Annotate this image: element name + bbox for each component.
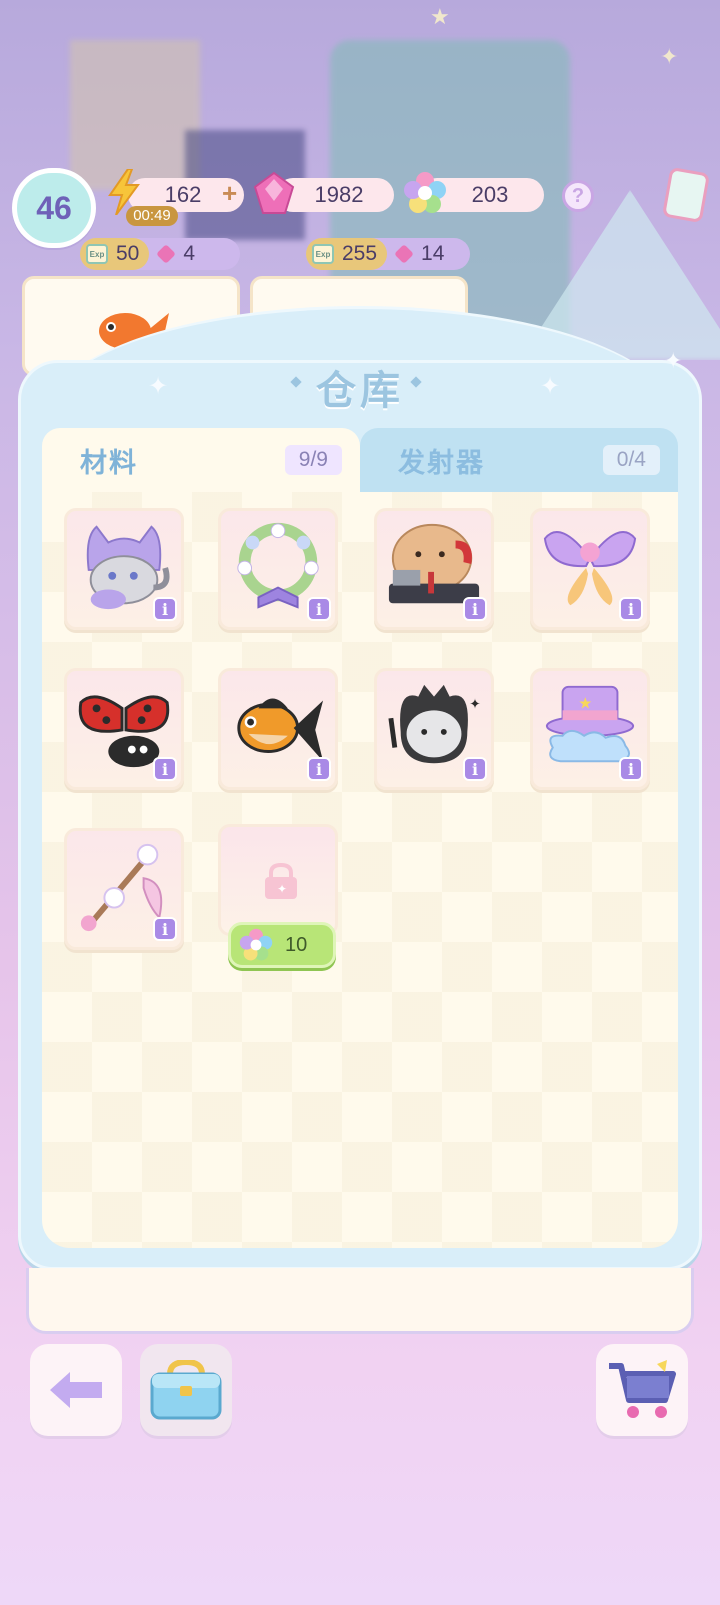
help-button[interactable]: ? — [562, 180, 594, 212]
exp-icon: Exp — [86, 244, 108, 264]
item-info-button[interactable]: i — [619, 597, 643, 621]
back-arrow-icon — [50, 1372, 102, 1408]
rainbow-star-value: 203 — [471, 182, 509, 207]
card-collection-icon[interactable] — [661, 166, 711, 224]
item-slot-office-bear-phone[interactable]: i — [374, 508, 494, 630]
item-slot-shadow-cat-spirit[interactable]: ✦ i — [374, 668, 494, 790]
board-bottom-edge — [26, 1268, 694, 1334]
svg-text:✦: ✦ — [277, 882, 287, 896]
storage-box-icon — [150, 1360, 222, 1420]
item-info-button[interactable]: i — [307, 757, 331, 781]
pink-gem-small-icon — [394, 244, 414, 264]
item-info-button[interactable]: i — [463, 757, 487, 781]
pink-gem-small-icon — [156, 244, 177, 264]
warehouse-tabs: 材料 9/9 发射器 0/4 — [42, 428, 678, 492]
item-slot-calico-goldfish[interactable]: i — [218, 668, 338, 790]
locked-slot[interactable]: ✦ — [218, 824, 338, 936]
shopping-cart-icon — [609, 1360, 676, 1418]
star-icon: ✦ — [660, 44, 679, 69]
warehouse-title: 仓库 — [316, 369, 404, 413]
lock-icon: ✦ — [265, 863, 297, 899]
unlock-slot-button[interactable]: 10 — [228, 922, 336, 968]
energy-value: 162 — [164, 182, 202, 207]
materials-count: 9/9 — [284, 445, 342, 475]
add-energy-button[interactable]: + — [222, 178, 237, 209]
rainbow-flower-icon — [239, 928, 273, 961]
item-slot-purple-hood-kitten[interactable]: i — [64, 508, 184, 630]
item-slot-flower-wand[interactable]: i — [64, 828, 184, 950]
rainbow-flower-icon — [402, 170, 448, 216]
item-info-button[interactable]: i — [307, 597, 331, 621]
gem-value: 1982 — [314, 182, 364, 207]
tab-materials[interactable]: 材料 9/9 — [42, 428, 360, 492]
back-button[interactable] — [30, 1344, 122, 1436]
warehouse-button[interactable] — [140, 1344, 232, 1436]
energy-timer: 00:49 — [126, 206, 178, 226]
svg-text:✦: ✦ — [469, 696, 481, 711]
item-info-button[interactable]: i — [463, 597, 487, 621]
item-slot-flower-wreath[interactable]: i — [218, 508, 338, 630]
star-icon: ★ — [430, 4, 450, 29]
item-slot-ladybug[interactable]: i — [64, 668, 184, 790]
item-info-button[interactable]: i — [153, 757, 177, 781]
launchers-count: 0/4 — [602, 445, 660, 475]
item-info-button[interactable]: i — [153, 917, 177, 941]
item-info-button[interactable]: i — [619, 757, 643, 781]
right-board-stats: Exp 255 14 — [306, 238, 470, 270]
item-info-button[interactable]: i — [153, 597, 177, 621]
exp-icon: Exp — [312, 244, 334, 264]
shop-cart-button[interactable] — [596, 1344, 688, 1436]
sparkle-icon: ✦ — [540, 373, 561, 400]
unlock-cost: 10 — [285, 933, 308, 956]
left-board-stats: Exp 50 4 — [80, 238, 240, 270]
svg-text:★: ★ — [578, 695, 592, 712]
sparkle-icon: ✦ — [148, 373, 169, 400]
item-slot-magician-hat-cloud[interactable]: ★ i — [530, 668, 650, 790]
pink-gem-icon — [252, 170, 296, 216]
tab-launchers[interactable]: 发射器 0/4 — [360, 428, 678, 492]
item-slot-butterfly-fairy[interactable]: i — [530, 508, 650, 630]
player-level-badge[interactable]: 46 — [12, 168, 96, 248]
sparkle-icon: ✦ — [664, 348, 683, 373]
